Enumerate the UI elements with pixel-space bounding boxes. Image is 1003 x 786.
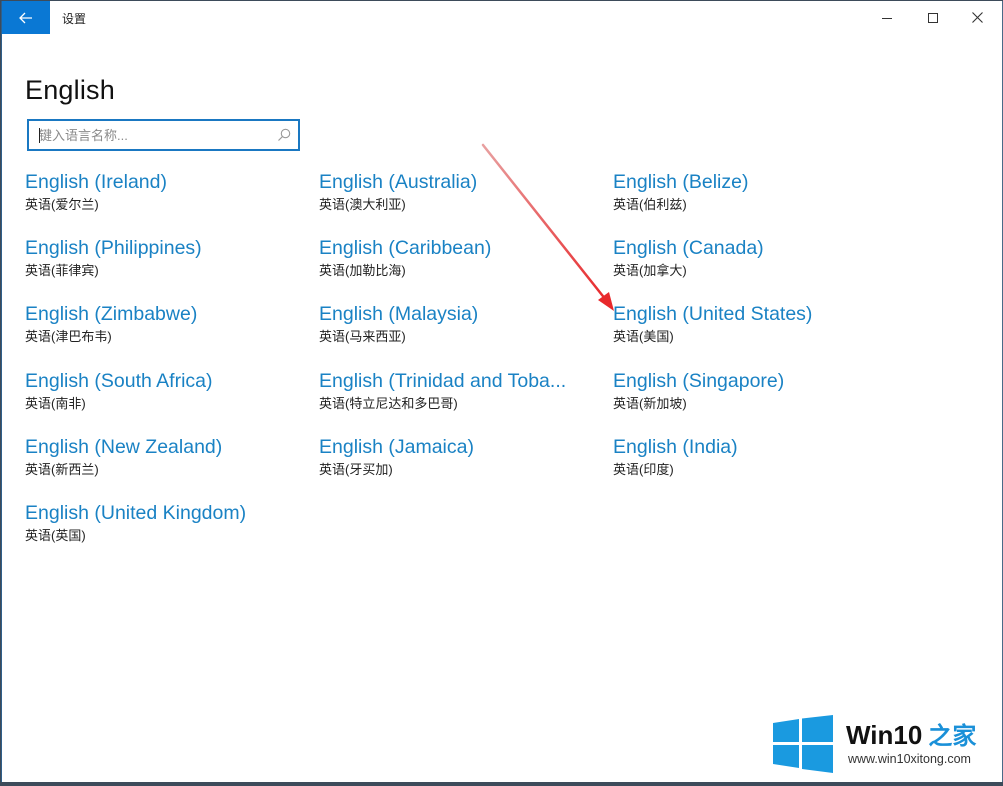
language-name: English (Ireland) [25,171,167,193]
minimize-icon [882,17,892,19]
minimize-button[interactable] [865,1,909,34]
language-name: English (Philippines) [25,237,202,259]
language-name: English (New Zealand) [25,436,223,458]
language-name: English (Caribbean) [319,237,492,259]
language-native-name: 英语(菲律宾) [25,263,99,278]
language-name: English (United States) [613,303,813,325]
language-native-name: 英语(印度) [613,462,674,477]
language-item-united-states[interactable]: English (United States) 英语(美国) [613,302,893,347]
language-native-name: 英语(美国) [613,329,674,344]
language-name: English (Australia) [319,171,478,193]
window-title: 设置 [62,12,87,26]
language-search-box[interactable] [27,119,300,151]
close-button[interactable] [955,1,999,34]
language-name: English (United Kingdom) [25,502,247,524]
language-native-name: 英语(南非) [25,396,86,411]
language-item-united-kingdom[interactable]: English (United Kingdom) 英语(英国) [25,501,305,546]
language-name: English (Jamaica) [319,436,474,458]
language-name: English (Belize) [613,171,749,193]
watermark-url: www.win10xitong.com [848,752,971,766]
language-name: English (India) [613,436,738,458]
language-native-name: 英语(津巴布韦) [25,329,112,344]
language-search-input[interactable] [29,121,279,149]
back-arrow-icon [19,12,32,23]
language-item-zimbabwe[interactable]: English (Zimbabwe) 英语(津巴布韦) [25,302,305,347]
maximize-icon [928,12,938,23]
language-native-name: 英语(伯利兹) [613,197,687,212]
language-item-jamaica[interactable]: English (Jamaica) 英语(牙买加) [319,435,599,480]
language-name: English (South Africa) [25,370,213,392]
language-item-belize[interactable]: English (Belize) 英语(伯利兹) [613,170,893,215]
language-native-name: 英语(加拿大) [613,263,687,278]
language-item-australia[interactable]: English (Australia) 英语(澳大利亚) [319,170,599,215]
close-icon [971,12,983,23]
search-icon[interactable] [276,127,292,143]
language-native-name: 英语(爱尔兰) [25,197,99,212]
language-native-name: 英语(特立尼达和多巴哥) [319,396,458,411]
language-item-caribbean[interactable]: English (Caribbean) 英语(加勒比海) [319,236,599,281]
language-item-singapore[interactable]: English (Singapore) 英语(新加坡) [613,369,893,414]
language-native-name: 英语(马来西亚) [319,329,406,344]
language-item-new-zealand[interactable]: English (New Zealand) 英语(新西兰) [25,435,305,480]
language-native-name: 英语(英国) [25,528,86,543]
language-item-trinidad-and-tobago[interactable]: English (Trinidad and Toba... 英语(特立尼达和多巴… [319,369,599,414]
back-button[interactable] [2,1,50,34]
language-name: English (Trinidad and Toba... [319,370,567,392]
language-item-canada[interactable]: English (Canada) 英语(加拿大) [613,236,893,281]
language-native-name: 英语(澳大利亚) [319,197,406,212]
watermark-brand: Win10 之家 [846,716,976,751]
language-item-india[interactable]: English (India) 英语(印度) [613,435,893,480]
language-native-name: 英语(新加坡) [613,396,687,411]
language-native-name: 英语(加勒比海) [319,263,406,278]
language-native-name: 英语(牙买加) [319,462,393,477]
watermark: Win10 之家 www.win10xitong.com [770,712,995,774]
language-item-philippines[interactable]: English (Philippines) 英语(菲律宾) [25,236,305,281]
language-name: English (Malaysia) [319,303,479,325]
watermark-brand-cn: 之家 [928,723,977,750]
text-caret [39,128,40,143]
language-native-name: 英语(新西兰) [25,462,99,477]
language-name: English (Zimbabwe) [25,303,198,325]
language-item-malaysia[interactable]: English (Malaysia) 英语(马来西亚) [319,302,599,347]
title-bar: 设置 [2,1,1002,34]
maximize-button[interactable] [911,1,955,34]
windows-logo-icon [773,715,833,773]
watermark-brand-text: Win10 [846,720,923,750]
language-name: English (Singapore) [613,370,785,392]
language-name: English (Canada) [613,237,764,259]
settings-window: 设置 English English (Ireland) 英语(爱尔兰) Eng… [1,1,1003,782]
language-item-south-africa[interactable]: English (South Africa) 英语(南非) [25,369,305,414]
language-item-ireland[interactable]: English (Ireland) 英语(爱尔兰) [25,170,305,215]
page-title: English [25,75,115,106]
